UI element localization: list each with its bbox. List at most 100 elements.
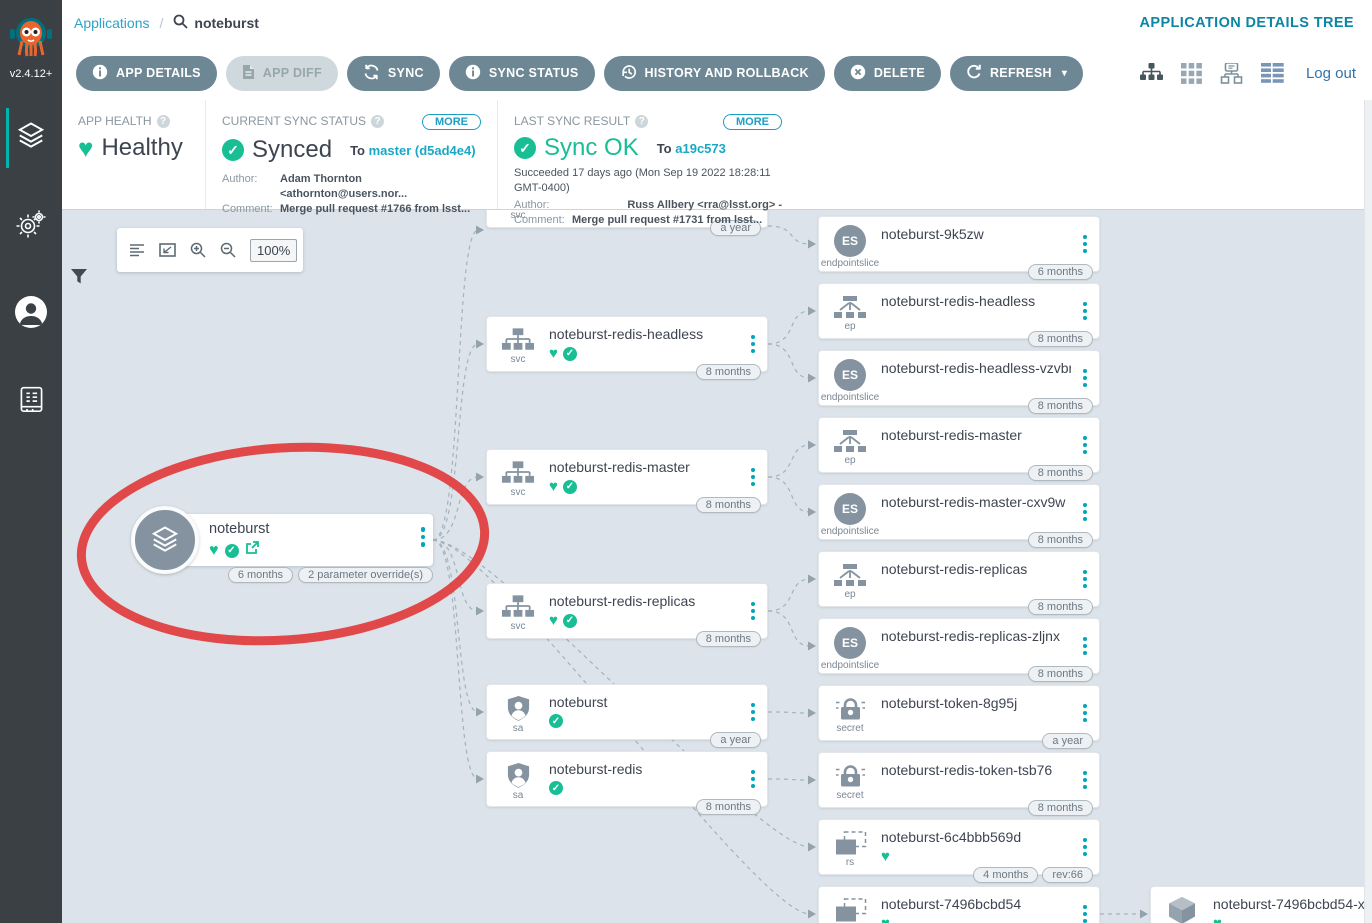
node-menu-button[interactable] [739, 450, 767, 504]
user-icon [14, 295, 48, 334]
resource-node-es-cxv9w[interactable]: ESendpointslicenoteburst-redis-master-cx… [818, 484, 1100, 540]
node-menu-button[interactable] [1071, 418, 1099, 472]
node-menu-button[interactable] [1071, 552, 1099, 606]
synced-check-icon: ✓ [222, 139, 244, 161]
node-menu-button[interactable] [1071, 351, 1099, 405]
app-details-button[interactable]: APP DETAILS [76, 56, 217, 91]
sidebar-item-settings[interactable] [0, 202, 62, 250]
external-link-icon[interactable] [245, 541, 259, 560]
zoom-level-input[interactable]: 100% [250, 239, 297, 262]
node-badge: 2 parameter override(s) [298, 567, 433, 583]
node-menu-button[interactable] [1071, 485, 1099, 539]
refresh-button[interactable]: REFRESH▾ [950, 56, 1083, 91]
rs-icon: rs [819, 887, 881, 923]
header: Applications / noteburst APPLICATION DET… [62, 0, 1372, 46]
layout-icon[interactable] [129, 243, 145, 257]
sidebar-item-user[interactable] [0, 290, 62, 338]
resource-node-svc-redis-replicas[interactable]: svcnoteburst-redis-replicas♥✓8 months [486, 583, 768, 639]
resource-node-ep-redis-headless[interactable]: epnoteburst-redis-headless8 months [818, 283, 1100, 339]
resource-node-secret-token[interactable]: secretnoteburst-token-8g95ja year [818, 685, 1100, 741]
zoom-in-icon[interactable] [190, 242, 206, 258]
node-menu-button[interactable] [1071, 217, 1099, 271]
last-sync-more-button[interactable]: MORE [723, 114, 782, 130]
node-menu-button[interactable] [1071, 284, 1099, 338]
filter-icon[interactable] [70, 268, 88, 290]
node-badge: 8 months [1028, 465, 1093, 481]
resource-name: noteburst-token-8g95j [881, 695, 1071, 711]
resource-name: noteburst-redis-headless [881, 293, 1071, 309]
resource-node-sa-noteburst[interactable]: sanoteburst✓a year [486, 684, 768, 740]
resource-name: noteburst-redis-master [881, 427, 1071, 443]
resource-node-ep-redis-master[interactable]: epnoteburst-redis-master8 months [818, 417, 1100, 473]
node-menu-button[interactable] [1071, 887, 1099, 923]
help-icon[interactable]: ? [635, 115, 648, 128]
resource-node-secret-redis-token[interactable]: secretnoteburst-redis-token-tsb768 month… [818, 752, 1100, 808]
history-and-rollback-button[interactable]: HISTORY AND ROLLBACK [604, 56, 825, 91]
help-icon[interactable]: ? [157, 115, 170, 128]
node-badge: 8 months [696, 364, 761, 380]
node-menu-button[interactable] [1071, 753, 1099, 807]
node-menu-button[interactable] [739, 317, 767, 371]
kind-label: ep [844, 455, 855, 466]
resource-name: noteburst-redis-replicas [549, 593, 739, 609]
network-view-icon[interactable] [1220, 63, 1243, 84]
sync-status-button[interactable]: SYNC STATUS [449, 56, 595, 91]
author-value: Adam Thornton <athornton@users.nor... [280, 172, 481, 202]
resource-node-sa-noteburst-redis[interactable]: sanoteburst-redis✓8 months [486, 751, 768, 807]
delete-button[interactable]: DELETE [834, 56, 941, 91]
node-menu-button[interactable] [739, 685, 767, 739]
resource-name: noteburst-redis-headless-vzvbn [881, 360, 1071, 376]
fit-to-screen-icon[interactable] [159, 243, 176, 257]
page-title: APPLICATION DETAILS TREE [1140, 15, 1354, 31]
layers-icon [16, 122, 46, 155]
healthy-heart-icon: ♥ [549, 613, 558, 628]
resource-node-rs-7496bcbd54[interactable]: rsnoteburst-7496bcbd54♥ [818, 886, 1100, 923]
synced-check-icon: ✓ [563, 347, 577, 361]
sa-icon: sa [487, 752, 549, 806]
node-menu-button[interactable] [1071, 619, 1099, 673]
sidebar-item-docs[interactable] [0, 378, 62, 426]
docs-icon [18, 386, 45, 419]
resource-name: noteburst-redis-replicas-zljnx [881, 628, 1071, 644]
node-menu-button[interactable] [739, 584, 767, 638]
health-status-value: Healthy [101, 134, 182, 162]
resource-node-rs-6c4bbb569d[interactable]: rsnoteburst-6c4bbb569d♥4 monthsrev:66 [818, 819, 1100, 875]
sync-button[interactable]: SYNC [347, 56, 440, 91]
info-icon [92, 64, 108, 83]
node-badge: 6 months [1028, 264, 1093, 280]
node-menu-button[interactable] [421, 527, 426, 547]
node-menu-button[interactable] [1071, 820, 1099, 874]
vertical-scrollbar[interactable] [1364, 100, 1372, 923]
list-view-icon[interactable] [1261, 63, 1284, 83]
breadcrumb-applications-link[interactable]: Applications [74, 15, 150, 31]
resource-node-svc-redis-headless[interactable]: svcnoteburst-redis-headless♥✓8 months [486, 316, 768, 372]
last-sync-target-link[interactable]: a19c573 [675, 141, 726, 156]
tree-view-icon[interactable] [1140, 63, 1163, 84]
breadcrumb: Applications / noteburst [74, 14, 259, 32]
pods-view-icon[interactable] [1181, 63, 1202, 84]
node-menu-button[interactable] [739, 752, 767, 806]
synced-check-icon: ✓ [549, 714, 563, 728]
resource-node-es-zljnx[interactable]: ESendpointslicenoteburst-redis-replicas-… [818, 618, 1100, 674]
sync-target-link[interactable]: master (d5ad4e4) [369, 143, 476, 158]
resource-node-svc-redis-master[interactable]: svcnoteburst-redis-master♥✓8 months [486, 449, 768, 505]
endpointslice-icon: ESendpointslice [819, 485, 881, 539]
help-icon[interactable]: ? [371, 115, 384, 128]
last-sync-label: LAST SYNC RESULT [514, 114, 630, 128]
application-node-noteburst[interactable]: noteburst♥✓6 months2 parameter override(… [165, 514, 433, 566]
comment-value: Merge pull request #1731 from lsst... [572, 213, 782, 228]
resource-node-ep-redis-replicas[interactable]: epnoteburst-redis-replicas8 months [818, 551, 1100, 607]
logout-button[interactable]: Log out [1306, 65, 1356, 82]
node-menu-button[interactable] [1071, 686, 1099, 740]
sync-more-button[interactable]: MORE [422, 114, 481, 130]
zoom-out-icon[interactable] [220, 242, 236, 258]
healthy-heart-icon: ♥ [881, 916, 890, 923]
synced-check-icon: ✓ [549, 781, 563, 795]
resource-node-pod-xwz[interactable]: podnoteburst-7496bcbd54-xwz♥ [1150, 886, 1372, 923]
resource-node-es-vzvbn[interactable]: ESendpointslicenoteburst-redis-headless-… [818, 350, 1100, 406]
resource-node-es-9k5zw[interactable]: ESendpointslicenoteburst-9k5zw6 months [818, 216, 1100, 272]
resource-name: noteburst-7496bcbd54-xwz [1213, 896, 1372, 912]
resource-tree-canvas[interactable]: 100% svc♥✓a yearsvcnoteburst-redis-headl… [62, 210, 1372, 923]
sidebar-item-applications[interactable] [0, 114, 62, 162]
node-badge: 8 months [1028, 800, 1093, 816]
